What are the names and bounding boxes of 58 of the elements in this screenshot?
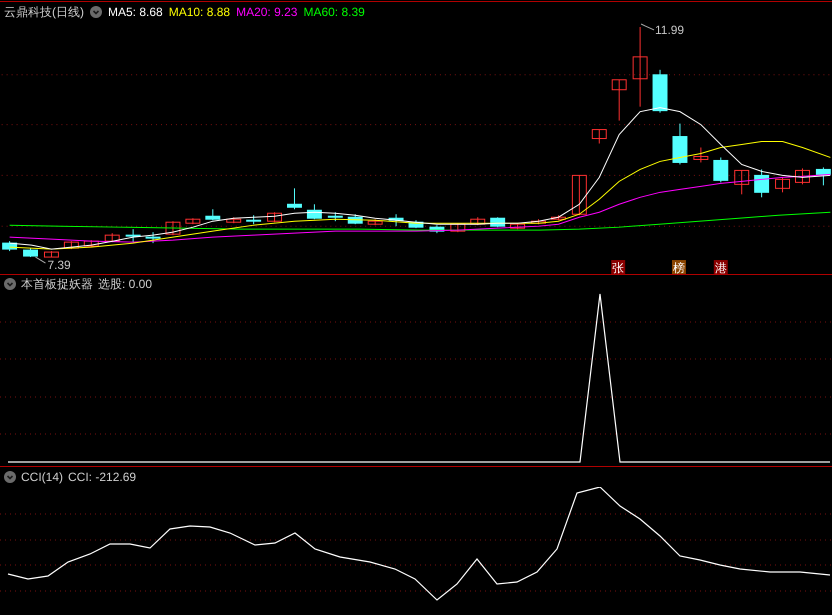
candlestick <box>328 212 343 222</box>
indicator-title: 本首板捉妖器 <box>21 276 93 293</box>
candlestick <box>368 218 383 226</box>
chart-title: 云鼎科技(日线) <box>4 4 84 21</box>
candlestick <box>612 79 627 122</box>
candlestick <box>23 248 38 258</box>
candlestick <box>44 250 59 258</box>
ma-reading: MA5: 8.68 <box>108 4 163 21</box>
dropdown-icon[interactable] <box>90 6 102 18</box>
candlestick <box>104 232 120 243</box>
candlestick <box>816 166 831 186</box>
candlestick <box>672 123 688 165</box>
event-marker[interactable]: 张 <box>611 260 626 274</box>
candlestick <box>126 228 141 243</box>
candlestick <box>470 216 486 226</box>
candlestick <box>450 222 466 233</box>
candlestick <box>408 220 424 229</box>
candlestick <box>84 240 99 248</box>
candlestick <box>795 168 810 185</box>
indicator-reading: CCI: -212.69 <box>68 469 136 486</box>
candlestick <box>388 214 404 227</box>
candlestick <box>713 156 728 183</box>
ma-reading: MA10: 8.88 <box>168 4 230 21</box>
candlestick <box>531 218 546 225</box>
candlestick <box>429 224 444 234</box>
candlestick <box>348 214 363 225</box>
candlestick <box>64 240 79 250</box>
candlestick <box>205 208 220 221</box>
indicator-reading: 选股: 0.00 <box>98 276 152 293</box>
candlestick <box>2 240 18 252</box>
candlestick <box>166 220 180 236</box>
candlestick <box>510 222 526 230</box>
candlestick <box>652 69 668 114</box>
candlestick <box>267 212 282 223</box>
event-marker[interactable]: 港 <box>714 260 728 274</box>
candlestick <box>550 214 566 221</box>
candlestick <box>592 129 607 144</box>
candlestick <box>287 188 302 210</box>
candlestick <box>572 174 587 216</box>
leader-line <box>35 256 46 264</box>
candlestick <box>185 218 200 225</box>
candlestick <box>734 170 750 195</box>
low-price-label: 7.39 <box>47 258 71 272</box>
candlestick <box>246 214 262 225</box>
candlestick <box>306 204 322 220</box>
candlestick <box>226 216 242 224</box>
candlestick <box>754 168 770 198</box>
candlestick <box>775 176 790 193</box>
dropdown-icon[interactable] <box>4 471 16 483</box>
ma-reading: MA60: 8.39 <box>303 4 365 21</box>
high-price-label: 11.99 <box>655 22 684 37</box>
ma-reading: MA20: 9.23 <box>236 4 298 21</box>
indicator-title: CCI(14) <box>21 469 64 486</box>
candlestick <box>693 147 708 163</box>
leader-line <box>640 24 655 30</box>
dropdown-icon[interactable] <box>4 278 16 290</box>
candlestick <box>146 232 161 244</box>
event-marker[interactable]: 榜 <box>672 260 686 274</box>
